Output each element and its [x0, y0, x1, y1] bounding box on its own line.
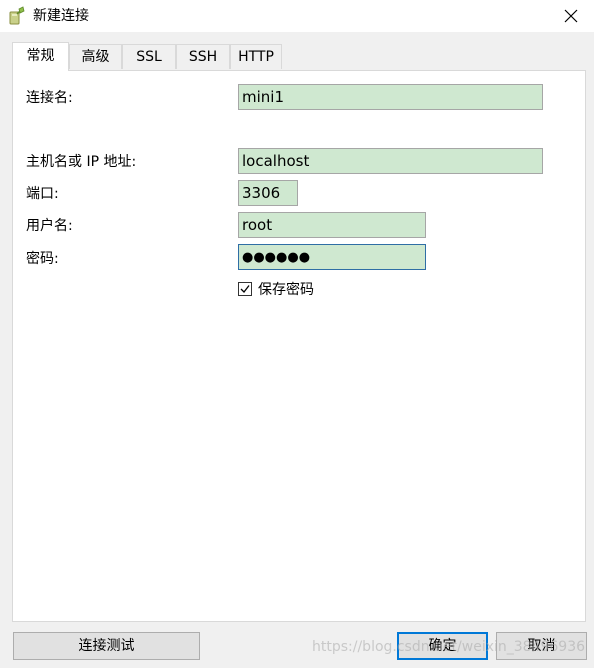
- tab-ssl[interactable]: SSL: [122, 44, 176, 69]
- title-bar: 新建连接: [0, 0, 594, 32]
- password-input[interactable]: [238, 244, 426, 270]
- checkmark-icon: [240, 285, 250, 293]
- username-label: 用户名:: [26, 218, 73, 234]
- cancel-button[interactable]: 取消: [496, 632, 587, 660]
- port-label: 端口:: [26, 186, 59, 202]
- tab-advanced[interactable]: 高级: [69, 44, 122, 69]
- username-input[interactable]: [238, 212, 426, 238]
- test-connection-button[interactable]: 连接测试: [13, 632, 200, 660]
- connection-name-input[interactable]: [238, 84, 543, 110]
- save-password-checkbox[interactable]: [238, 282, 252, 296]
- connection-name-label: 连接名:: [26, 90, 73, 106]
- close-icon: [564, 9, 578, 23]
- tab-http[interactable]: HTTP: [230, 44, 282, 69]
- save-password-label: 保存密码: [258, 282, 314, 298]
- host-input[interactable]: [238, 148, 543, 174]
- window-title: 新建连接: [33, 8, 89, 24]
- port-input[interactable]: [238, 180, 298, 206]
- password-label: 密码:: [26, 251, 59, 267]
- tab-ssh[interactable]: SSH: [176, 44, 230, 69]
- tab-general[interactable]: 常规: [12, 42, 69, 71]
- ok-button[interactable]: 确定: [397, 632, 488, 660]
- host-label: 主机名或 IP 地址:: [26, 154, 137, 170]
- connection-plug-icon: [8, 6, 26, 26]
- close-button[interactable]: [548, 0, 594, 32]
